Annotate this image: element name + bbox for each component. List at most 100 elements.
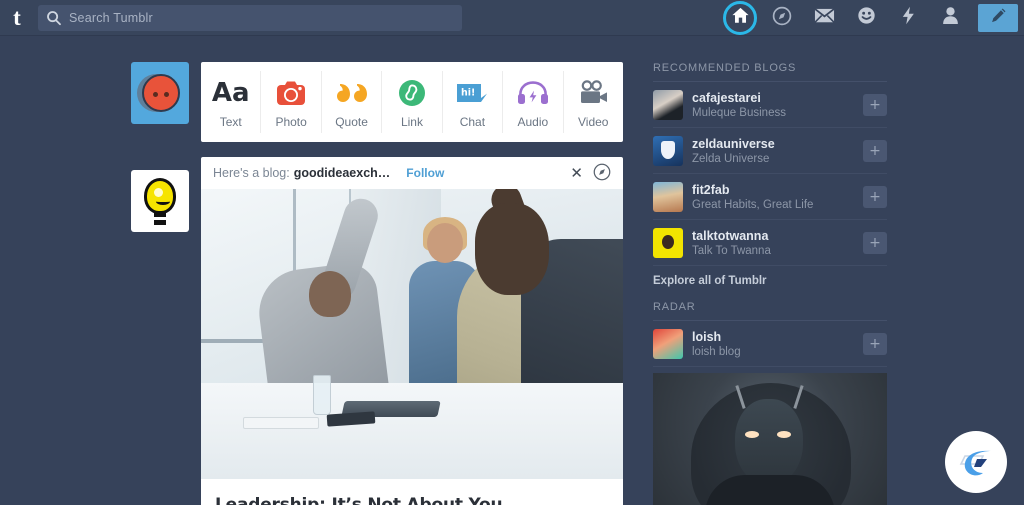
water-glass — [313, 375, 331, 415]
text-aa-icon: Aa — [211, 77, 250, 108]
compass-explore-icon[interactable] — [593, 163, 611, 184]
avatar-fit2fab[interactable] — [653, 181, 683, 212]
lightbulb-base — [154, 212, 166, 225]
post-type-label: Audio — [517, 114, 549, 129]
post-type-chat[interactable]: hi! Chat — [443, 71, 504, 133]
chat-bubble-hi-icon: hi! — [456, 76, 488, 110]
post-card-header: Here's a blog: goodideaexch… Follow ✕ — [201, 157, 623, 189]
post-type-video[interactable]: Video — [564, 71, 623, 133]
post-type-label: Link — [400, 114, 423, 129]
headphones-audio-icon — [517, 76, 549, 110]
avatar-blue-face[interactable] — [131, 62, 189, 124]
camera-photo-icon — [276, 76, 306, 110]
post-header-label: Here's a blog: — [213, 166, 290, 180]
radar-blog-row[interactable]: loish loish blog + — [653, 321, 887, 367]
chain-link-icon — [398, 76, 426, 110]
post-type-quote[interactable]: Quote — [322, 71, 383, 133]
post-caption: Leadership: It’s Not About You — [201, 479, 623, 505]
nav-activity-button[interactable] — [848, 0, 884, 36]
avatar-cafajestarei[interactable] — [653, 89, 683, 120]
avatar-zeldauniverse[interactable] — [653, 135, 683, 166]
post-type-link[interactable]: Link — [382, 71, 443, 133]
compose-post-button[interactable] — [978, 4, 1018, 32]
nav-home-button[interactable] — [722, 0, 758, 36]
post-type-audio[interactable]: Audio — [503, 71, 564, 133]
close-x-icon[interactable]: ✕ — [570, 164, 583, 182]
blog-description: Muleque Business — [692, 106, 786, 119]
blog-name[interactable]: cafajestarei — [692, 91, 863, 105]
explore-all-link[interactable]: Explore all of Tumblr — [653, 266, 887, 291]
compass-explore-icon — [772, 6, 792, 31]
list-item[interactable]: zeldauniverse Zelda Universe + — [653, 128, 887, 174]
camcorder-video-icon — [577, 76, 609, 110]
search-placeholder-text: Search Tumblr — [69, 10, 153, 25]
follow-button[interactable]: + — [863, 185, 887, 208]
blog-info: talktotwanna Talk To Twanna — [692, 229, 863, 257]
brand-watermark-icon — [945, 431, 1007, 493]
post-type-label: Quote — [335, 114, 368, 129]
person-center-head — [427, 223, 463, 263]
top-navigation-bar: t Search Tumblr — [0, 0, 1024, 36]
figure-eye-right — [777, 431, 791, 438]
blog-name[interactable]: fit2fab — [692, 183, 863, 197]
nav-account-button[interactable] — [932, 0, 968, 36]
post-type-label: Video — [578, 114, 609, 129]
search-input[interactable]: Search Tumblr — [38, 4, 462, 31]
list-item[interactable]: cafajestarei Muleque Business + — [653, 82, 887, 128]
blog-name[interactable]: loish — [692, 330, 863, 344]
lightbulb-eye — [154, 188, 163, 197]
svg-text:hi!: hi! — [461, 87, 475, 98]
post-type-text[interactable]: Aa Text — [201, 71, 262, 133]
quote-marks-icon — [336, 76, 368, 110]
envelope-messages-icon — [813, 7, 835, 29]
nav-explore-button[interactable] — [764, 0, 800, 36]
post-title[interactable]: Leadership: It’s Not About You — [215, 495, 609, 505]
follow-button[interactable]: + — [863, 93, 887, 116]
right-sidebar: RECOMMENDED BLOGS cafajestarei Muleque B… — [653, 62, 887, 505]
radar-post-image[interactable] — [653, 373, 887, 505]
post-type-label: Text — [219, 114, 242, 129]
avatar-face — [142, 74, 180, 112]
post-blog-name[interactable]: goodideaexch… — [294, 166, 391, 180]
blog-avatar-column — [131, 62, 189, 232]
person-right-head — [475, 203, 549, 295]
list-item[interactable]: fit2fab Great Habits, Great Life + — [653, 174, 887, 220]
blog-name[interactable]: talktotwanna — [692, 229, 863, 243]
avatar-lightbulb[interactable] — [131, 170, 189, 232]
follow-button[interactable]: + — [863, 332, 887, 355]
home-icon — [731, 6, 750, 30]
person-account-icon — [942, 6, 959, 30]
search-icon — [46, 10, 62, 26]
blog-description: Talk To Twanna — [692, 244, 771, 257]
blog-description: loish blog — [692, 345, 741, 358]
post-type-label: Photo — [275, 114, 307, 129]
post-type-bar: Aa Text Photo Quote Link hi! Chat Audio … — [201, 62, 623, 142]
nav-ignite-button[interactable] — [890, 0, 926, 36]
figure-face — [735, 399, 803, 485]
blog-description: Great Habits, Great Life — [692, 198, 814, 211]
avatar-talktotwanna[interactable] — [653, 227, 683, 258]
blog-info: cafajestarei Muleque Business — [692, 91, 863, 119]
recommended-blogs-heading: RECOMMENDED BLOGS — [653, 62, 887, 82]
recommended-post-card: Here's a blog: goodideaexch… Follow ✕ Le… — [201, 157, 623, 505]
lightbulb-smile — [156, 198, 170, 205]
radar-heading: RADAR — [653, 291, 887, 321]
follow-button[interactable]: + — [863, 231, 887, 254]
main-content-column: Aa Text Photo Quote Link hi! Chat Audio … — [201, 62, 623, 505]
header-nav-icons — [722, 0, 1018, 36]
nav-messages-button[interactable] — [806, 0, 842, 36]
post-type-photo[interactable]: Photo — [261, 71, 322, 133]
list-item[interactable]: talktotwanna Talk To Twanna + — [653, 220, 887, 266]
post-photo[interactable] — [201, 189, 623, 479]
follow-link[interactable]: Follow — [406, 166, 444, 180]
blog-name[interactable]: zeldauniverse — [692, 137, 863, 151]
figure-eye-left — [745, 431, 759, 438]
blog-info: loish loish blog — [692, 330, 863, 358]
person-left-head — [309, 271, 351, 317]
meeting-table — [201, 383, 623, 479]
blog-description: Zelda Universe — [692, 152, 770, 165]
lightbulb-icon — [144, 178, 176, 214]
tumblr-logo-icon[interactable]: t — [0, 1, 34, 35]
avatar-loish[interactable] — [653, 328, 683, 359]
follow-button[interactable]: + — [863, 139, 887, 162]
